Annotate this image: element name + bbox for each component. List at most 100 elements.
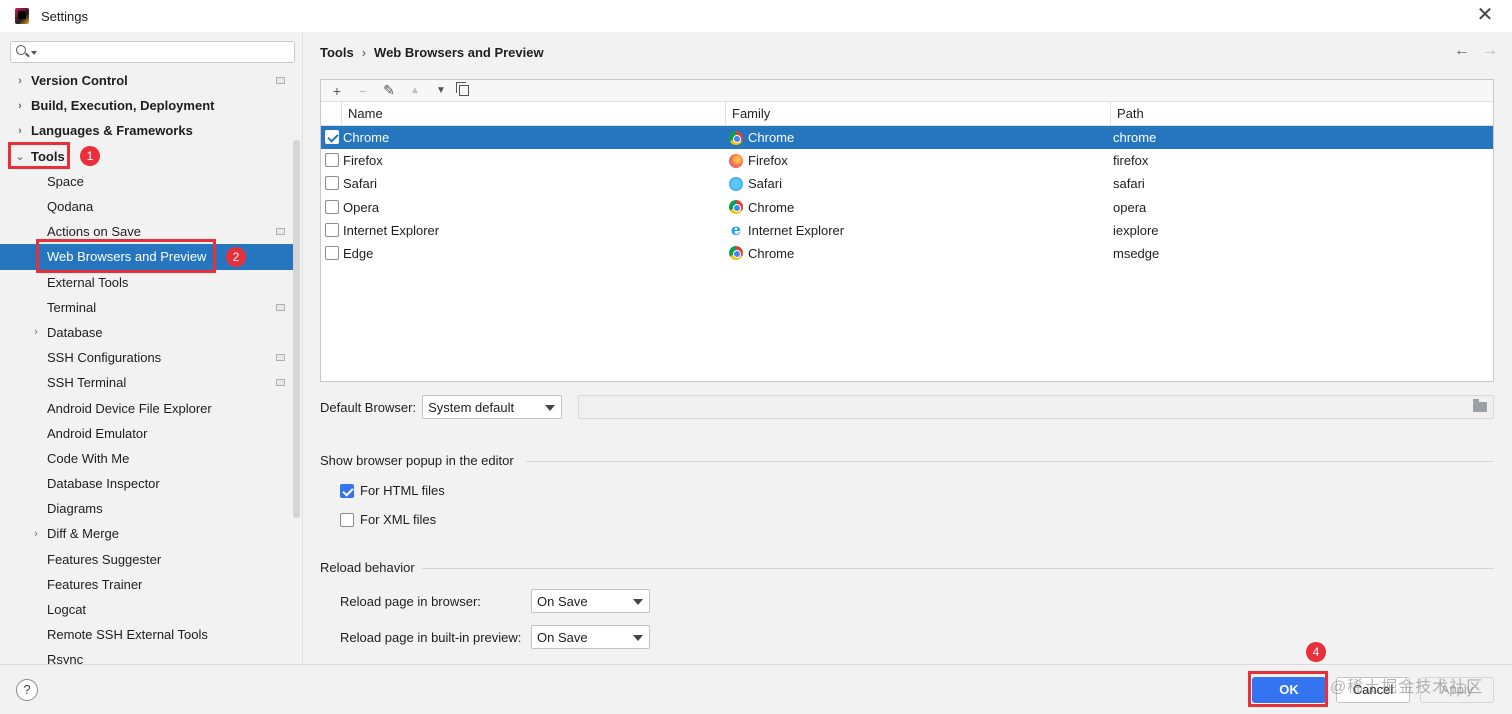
sidebar-item-android-device-file-explorer[interactable]: Android Device File Explorer (0, 395, 293, 420)
default-browser-row: Default Browser: System default (320, 395, 563, 419)
move-down-icon[interactable]: ▼ (433, 85, 449, 96)
browser-family-label: Safari (748, 176, 782, 192)
sidebar-scrollbar[interactable] (293, 140, 300, 518)
browser-active-checkbox[interactable] (325, 245, 339, 260)
browser-family-cell[interactable]: e Internet Explorer (729, 219, 844, 242)
browser-name-cell[interactable]: Chrome (343, 126, 389, 149)
table-row[interactable]: Opera Chrome opera (321, 196, 1493, 219)
chevron-right-icon[interactable]: › (30, 528, 42, 540)
settings-main-panel: Tools › Web Browsers and Preview ← → + −… (304, 32, 1512, 664)
browser-family-label: Firefox (748, 153, 788, 169)
sidebar-item-label: Database (47, 324, 103, 340)
browser-active-checkbox[interactable] (325, 176, 339, 191)
sidebar-item-space[interactable]: Space (0, 169, 293, 194)
copy-icon[interactable] (456, 82, 469, 96)
annotation-badge-4: 4 (1306, 642, 1326, 662)
sidebar-item-build-execution-deployment[interactable]: › Build, Execution, Deployment (0, 93, 293, 118)
sidebar-item-features-suggester[interactable]: Features Suggester (0, 547, 293, 572)
sidebar-item-code-with-me[interactable]: Code With Me (0, 446, 293, 471)
chrome-icon (729, 200, 743, 215)
project-settings-icon (276, 354, 285, 362)
column-header-family[interactable]: Family (725, 102, 1110, 126)
sidebar-item-remote-ssh-external-tools[interactable]: Remote SSH External Tools (0, 622, 293, 647)
sidebar-item-android-emulator[interactable]: Android Emulator (0, 421, 293, 446)
sidebar-item-external-tools[interactable]: External Tools (0, 270, 293, 295)
browser-path-cell[interactable]: opera (1113, 196, 1146, 219)
sidebar-item-database-inspector[interactable]: Database Inspector (0, 471, 293, 496)
browser-active-checkbox[interactable] (325, 222, 339, 237)
remove-icon[interactable]: − (355, 83, 371, 99)
browser-family-cell[interactable]: Safari (729, 172, 782, 195)
table-row[interactable]: Chrome Chrome chrome (321, 126, 1493, 150)
table-row[interactable]: Internet Explorer e Internet Explorer iexpl… (321, 219, 1493, 242)
browser-name-cell[interactable]: Firefox (343, 149, 383, 172)
sidebar-item-database[interactable]: › Database (0, 320, 293, 345)
chevron-right-icon[interactable]: › (14, 75, 26, 87)
html-files-checkbox[interactable] (340, 483, 354, 498)
column-header-path[interactable]: Path (1110, 102, 1494, 126)
sidebar-item-diagrams[interactable]: Diagrams (0, 496, 293, 521)
app-logo-icon (15, 8, 29, 24)
sidebar-item-label: Features Suggester (47, 551, 162, 567)
column-header-name[interactable]: Name (341, 102, 725, 126)
close-icon[interactable]: ✕ (1474, 4, 1496, 26)
sidebar-item-qodana[interactable]: Qodana (0, 194, 293, 219)
sidebar-item-label: Version Control (31, 73, 128, 89)
table-row[interactable]: Firefox Firefox firefox (321, 149, 1493, 172)
browser-path-cell[interactable]: iexplore (1113, 219, 1159, 242)
browser-family-cell[interactable]: Firefox (729, 149, 788, 172)
reload-browser-select[interactable]: On Save (531, 589, 650, 613)
xml-files-checkbox-row[interactable]: For XML files (340, 512, 436, 527)
browser-active-checkbox[interactable] (325, 199, 339, 214)
browser-active-checkbox[interactable] (325, 153, 339, 168)
sidebar-item-rsync[interactable]: Rsync (0, 647, 293, 664)
browsers-table: Name Family Path Chrome Chrome chrome Firef… (321, 102, 1493, 265)
table-row[interactable]: Edge Chrome msedge (321, 242, 1493, 265)
move-up-icon[interactable]: ▲ (407, 85, 423, 96)
browser-name-cell[interactable]: Opera (343, 196, 379, 219)
browser-active-checkbox[interactable] (325, 130, 339, 144)
sidebar-item-logcat[interactable]: Logcat (0, 597, 293, 622)
browser-name-cell[interactable]: Edge (343, 242, 373, 265)
annotation-box-web-browsers (36, 239, 216, 273)
back-arrow-icon[interactable]: ← (1454, 42, 1470, 60)
sidebar-item-terminal[interactable]: Terminal (0, 295, 293, 320)
add-icon[interactable]: + (329, 83, 345, 99)
browser-family-cell[interactable]: Chrome (729, 242, 794, 265)
browser-name-cell[interactable]: Internet Explorer (343, 219, 439, 242)
title-bar: Settings ✕ (0, 0, 1512, 32)
forward-arrow-icon[interactable]: → (1482, 42, 1498, 60)
sidebar-item-ssh-configurations[interactable]: SSH Configurations (0, 345, 293, 370)
browser-path-cell[interactable]: safari (1113, 172, 1145, 195)
search-input[interactable] (10, 41, 295, 63)
sidebar-item-ssh-terminal[interactable]: SSH Terminal (0, 370, 293, 395)
search-icon (16, 45, 26, 55)
browser-family-cell[interactable]: Chrome (729, 196, 794, 219)
chevron-right-icon[interactable]: › (14, 125, 26, 137)
reload-preview-select[interactable]: On Save (531, 625, 650, 649)
reload-preview-label: Reload page in built-in preview: (340, 629, 522, 645)
html-files-checkbox-row[interactable]: For HTML files (340, 483, 445, 498)
chevron-right-icon[interactable]: › (14, 100, 26, 112)
sidebar-item-version-control[interactable]: › Version Control (0, 68, 293, 93)
browser-path-cell[interactable]: msedge (1113, 242, 1159, 265)
help-icon[interactable]: ? (16, 679, 38, 701)
xml-files-checkbox[interactable] (340, 512, 354, 527)
table-row[interactable]: Safari Safari safari (321, 172, 1493, 195)
browser-family-cell[interactable]: Chrome (729, 126, 794, 149)
chevron-down-icon[interactable] (31, 51, 37, 55)
browser-name-cell[interactable]: Safari (343, 172, 377, 195)
sidebar-item-languages-frameworks[interactable]: › Languages & Frameworks (0, 118, 293, 143)
browser-path-cell[interactable]: chrome (1113, 126, 1156, 149)
default-browser-value: System default (428, 399, 515, 415)
browser-path-cell[interactable]: firefox (1113, 149, 1148, 172)
edit-icon[interactable]: ✎ (381, 82, 397, 99)
default-browser-select[interactable]: System default (422, 395, 563, 419)
sidebar-item-diff-merge[interactable]: › Diff & Merge (0, 521, 293, 546)
sidebar-item-features-trainer[interactable]: Features Trainer (0, 572, 293, 597)
breadcrumb-parent[interactable]: Tools (320, 45, 354, 60)
chevron-right-icon[interactable]: › (30, 326, 42, 338)
custom-browser-path-field[interactable] (578, 395, 1494, 419)
browsers-toolbar: + − ✎ ▲ ▼ (321, 80, 1493, 102)
folder-icon[interactable] (1473, 399, 1487, 412)
